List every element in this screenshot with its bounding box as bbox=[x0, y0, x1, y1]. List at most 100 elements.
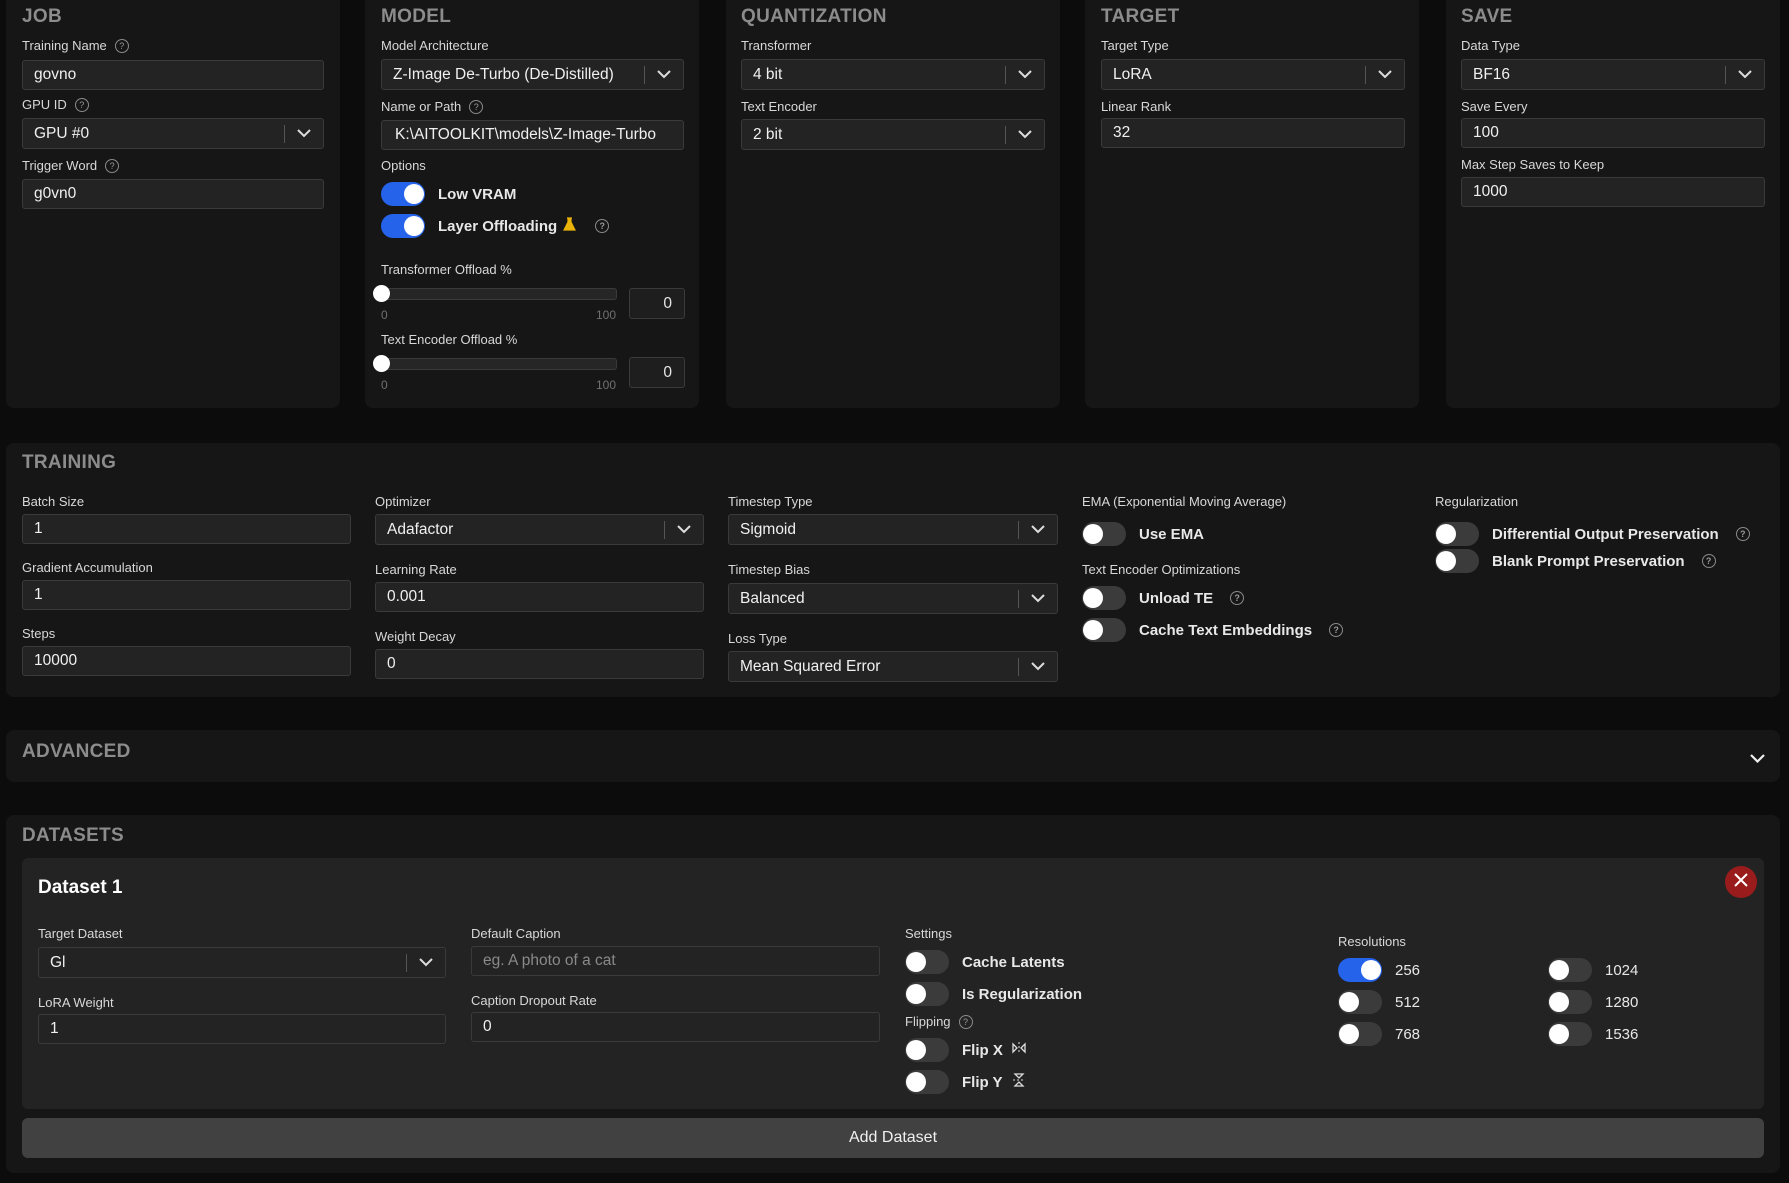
loss-type-label: Loss Type bbox=[728, 631, 788, 646]
transformer-offload-slider-thumb[interactable] bbox=[373, 285, 390, 302]
training-name-input[interactable]: govno bbox=[22, 60, 324, 90]
resolution-toggle-256[interactable]: 256 bbox=[1338, 958, 1420, 982]
remove-dataset-button[interactable] bbox=[1725, 866, 1757, 898]
toggle-label: Differential Output Preservation bbox=[1492, 525, 1719, 543]
toggle-switch[interactable] bbox=[1548, 1022, 1592, 1046]
unload-te-toggle[interactable]: Unload TE? bbox=[1082, 586, 1245, 610]
text-encoder-quant-select[interactable]: 2 bit bbox=[741, 119, 1045, 150]
model-arch-select[interactable]: Z-Image De-Turbo (De-Distilled) bbox=[381, 59, 684, 90]
resolution-toggle-1536[interactable]: 1536 bbox=[1548, 1022, 1638, 1046]
flask-icon bbox=[563, 217, 577, 235]
chevron-down-icon[interactable] bbox=[1750, 751, 1765, 769]
toggle-label: Cache Latents bbox=[962, 953, 1065, 971]
transformer-quant-label: Transformer bbox=[741, 38, 812, 53]
toggle-switch[interactable] bbox=[1082, 522, 1126, 546]
add-dataset-button[interactable]: Add Dataset bbox=[22, 1118, 1764, 1158]
toggle-label: Blank Prompt Preservation bbox=[1492, 552, 1685, 570]
select-value: Adafactor bbox=[387, 520, 454, 538]
help-icon[interactable]: ? bbox=[105, 158, 120, 173]
toggle-switch[interactable] bbox=[905, 1070, 949, 1094]
transformer-offload-input[interactable]: 0 bbox=[629, 288, 685, 319]
caption-dropout-rate-label: Caption Dropout Rate bbox=[471, 993, 597, 1008]
flip-y-toggle[interactable]: Flip Y bbox=[905, 1070, 1026, 1094]
input-value: 0 bbox=[387, 655, 396, 672]
toggle-label: 512 bbox=[1395, 993, 1421, 1011]
help-icon[interactable]: ? bbox=[1701, 554, 1716, 568]
transformer-quant-select[interactable]: 4 bit bbox=[741, 59, 1045, 90]
save-every-input[interactable]: 100 bbox=[1461, 118, 1765, 148]
use-ema-toggle[interactable]: Use EMA bbox=[1082, 522, 1204, 546]
timestep-type-select[interactable]: Sigmoid bbox=[728, 514, 1058, 545]
help-icon[interactable]: ? bbox=[114, 38, 129, 53]
trigger-word-input[interactable]: g0vn0 bbox=[22, 179, 324, 209]
help-icon[interactable]: ? bbox=[595, 219, 610, 233]
differential-output-preservation-toggle[interactable]: Differential Output Preservation? bbox=[1435, 522, 1750, 546]
loss-type-select[interactable]: Mean Squared Error bbox=[728, 651, 1058, 682]
toggle-switch[interactable] bbox=[1435, 549, 1479, 573]
slider-min-label: 0 bbox=[381, 378, 388, 392]
toggle-label: 256 bbox=[1395, 961, 1421, 979]
flip-x-toggle[interactable]: Flip X bbox=[905, 1038, 1026, 1062]
toggle-switch[interactable] bbox=[1082, 618, 1126, 642]
toggle-switch[interactable] bbox=[1338, 1022, 1382, 1046]
input-value: 0 bbox=[483, 1018, 492, 1035]
linear-rank-input[interactable]: 32 bbox=[1101, 118, 1405, 148]
toggle-switch[interactable] bbox=[381, 214, 425, 238]
text-encoder-offload-slider-thumb[interactable] bbox=[373, 355, 390, 372]
toggle-switch[interactable] bbox=[1548, 990, 1592, 1014]
cache-latents-toggle[interactable]: Cache Latents bbox=[905, 950, 1065, 974]
lora-weight-input[interactable]: 1 bbox=[38, 1014, 446, 1044]
input-placeholder: eg. A photo of a cat bbox=[483, 952, 616, 969]
layer-offloading-toggle[interactable]: Layer Offloading? bbox=[381, 214, 610, 238]
toggle-switch[interactable] bbox=[905, 982, 949, 1006]
toggle-switch[interactable] bbox=[1435, 522, 1479, 546]
batch-size-input[interactable]: 1 bbox=[22, 514, 351, 544]
chevron-down-icon bbox=[1019, 594, 1057, 603]
data-type-select[interactable]: BF16 bbox=[1461, 59, 1765, 90]
name-or-path-input[interactable]: K:\AITOOLKIT\models\Z-Image-Turbo bbox=[381, 120, 684, 150]
blank-prompt-preservation-toggle[interactable]: Blank Prompt Preservation? bbox=[1435, 549, 1716, 573]
caption-dropout-rate-input[interactable]: 0 bbox=[471, 1012, 880, 1042]
resolution-toggle-1024[interactable]: 1024 bbox=[1548, 958, 1638, 982]
toggle-switch[interactable] bbox=[905, 950, 949, 974]
toggle-switch[interactable] bbox=[1338, 990, 1382, 1014]
toggle-switch[interactable] bbox=[381, 182, 425, 206]
gpu-select[interactable]: GPU #0 bbox=[22, 118, 324, 149]
timestep-bias-select[interactable]: Balanced bbox=[728, 583, 1058, 614]
low-vram-toggle[interactable]: Low VRAM bbox=[381, 182, 516, 206]
help-icon[interactable]: ? bbox=[958, 1014, 973, 1029]
target-dataset-select[interactable]: Gl bbox=[38, 947, 446, 978]
chevron-down-icon bbox=[1006, 70, 1044, 79]
help-icon[interactable]: ? bbox=[1735, 527, 1750, 541]
help-icon[interactable]: ? bbox=[469, 99, 484, 114]
help-icon[interactable]: ? bbox=[1329, 623, 1344, 637]
transformer-offload-label: Transformer Offload % bbox=[381, 262, 512, 277]
help-icon[interactable]: ? bbox=[1230, 591, 1245, 605]
toggle-switch[interactable] bbox=[1338, 958, 1382, 982]
transformer-offload-track[interactable] bbox=[381, 288, 617, 300]
datasets-heading: DATASETS bbox=[22, 825, 124, 846]
resolution-toggle-1280[interactable]: 1280 bbox=[1548, 990, 1638, 1014]
help-icon[interactable]: ? bbox=[74, 97, 89, 112]
gradient-accumulation-input[interactable]: 1 bbox=[22, 580, 351, 610]
target-type-select[interactable]: LoRA bbox=[1101, 59, 1405, 90]
toggle-switch[interactable] bbox=[1548, 958, 1592, 982]
steps-input[interactable]: 10000 bbox=[22, 646, 351, 676]
max-step-saves-input[interactable]: 1000 bbox=[1461, 177, 1765, 207]
is-regularization-toggle[interactable]: Is Regularization bbox=[905, 982, 1082, 1006]
cache-text-embeddings-toggle[interactable]: Cache Text Embeddings? bbox=[1082, 618, 1344, 642]
target-type-label: Target Type bbox=[1101, 38, 1169, 53]
optimizer-select[interactable]: Adafactor bbox=[375, 514, 704, 545]
text-encoder-offload-track[interactable] bbox=[381, 358, 617, 370]
default-caption-input[interactable]: eg. A photo of a cat bbox=[471, 946, 880, 976]
toggle-switch[interactable] bbox=[1082, 586, 1126, 610]
toggle-switch[interactable] bbox=[905, 1038, 949, 1062]
learning-rate-input[interactable]: 0.001 bbox=[375, 582, 704, 612]
resolution-toggle-768[interactable]: 768 bbox=[1338, 1022, 1420, 1046]
text-encoder-offload-input[interactable]: 0 bbox=[629, 357, 685, 388]
input-value: 1000 bbox=[1473, 183, 1508, 200]
resolution-toggle-512[interactable]: 512 bbox=[1338, 990, 1420, 1014]
weight-decay-input[interactable]: 0 bbox=[375, 649, 704, 679]
select-value: GPU #0 bbox=[34, 124, 90, 142]
advanced-panel-header[interactable] bbox=[6, 730, 1780, 782]
